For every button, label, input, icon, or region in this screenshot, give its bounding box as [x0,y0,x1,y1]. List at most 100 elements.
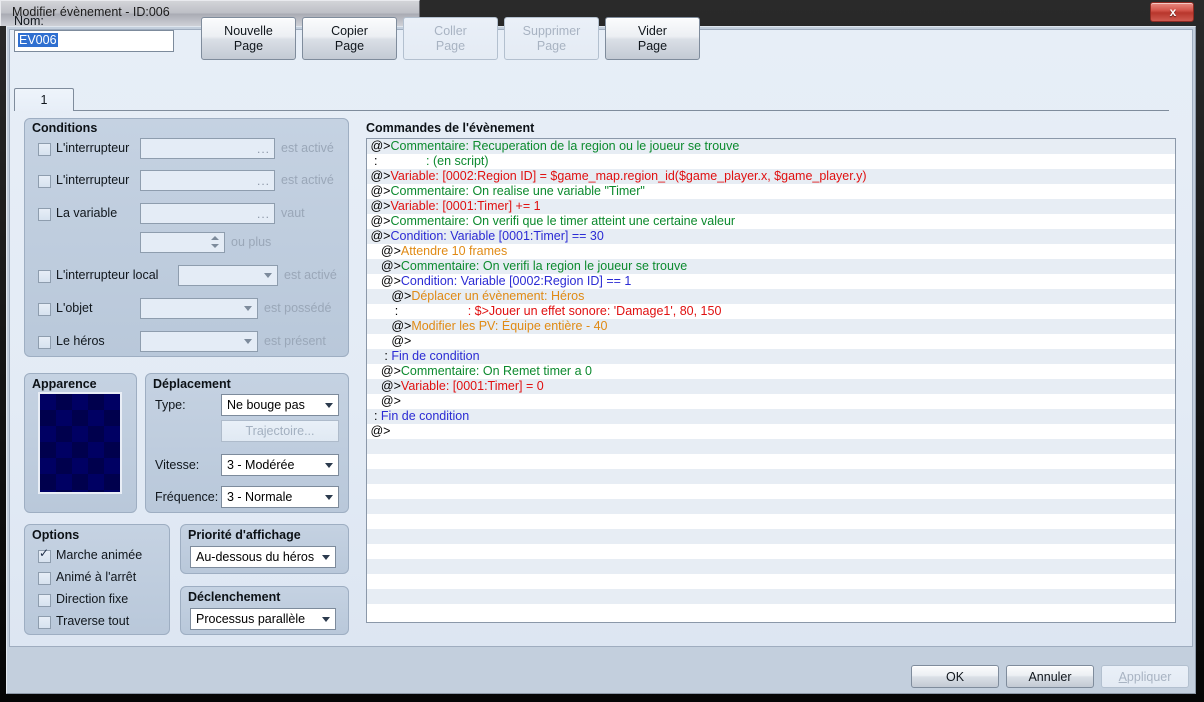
condition-input-1[interactable]: ... [140,138,275,159]
condition-input-2[interactable]: ... [140,170,275,191]
trigger-value: Processus parallèle [196,612,306,626]
movement-freq-label: Fréquence: [155,490,219,504]
option-checkbox-1[interactable] [38,547,51,563]
page-button-3-label: Coller Page [434,23,467,53]
option-checkbox-3[interactable] [38,594,51,607]
movement-type-label: Type: [155,398,186,412]
command-row[interactable]: @> [367,334,1175,349]
name-input[interactable]: EV006 [14,30,174,52]
command-row[interactable] [367,469,1175,484]
condition-checkbox-2[interactable] [38,175,51,188]
appearance-sprite-preview[interactable] [38,392,122,494]
command-row[interactable]: @>Attendre 10 frames [367,244,1175,259]
condition-select-7[interactable] [140,331,258,352]
command-row[interactable]: @> [367,424,1175,439]
command-row[interactable]: : Fin de condition [367,349,1175,364]
page-button-1[interactable]: Nouvelle Page [201,17,296,60]
option-checkbox-2[interactable] [38,572,51,585]
movement-type-select[interactable]: Ne bouge pas [221,394,339,416]
condition-label-2: L'interrupteur [56,173,130,187]
cancel-button[interactable]: Annuler [1006,665,1094,688]
command-marker: @> [370,199,391,213]
command-row[interactable] [367,529,1175,544]
condition-input-3[interactable]: ... [140,203,275,224]
command-marker: @> [370,229,391,243]
option-label-1: Marche animée [56,548,143,562]
tab-page-1[interactable]: 1 [14,88,74,111]
command-indent [367,319,391,333]
command-row[interactable] [367,604,1175,619]
condition-checkbox-1[interactable] [38,143,51,156]
command-row[interactable]: @>Commentaire: On verifi la region le jo… [367,259,1175,274]
trigger-select[interactable]: Processus parallèle [190,608,336,630]
command-indent [367,304,391,318]
browse-ellipsis-icon[interactable]: ... [257,142,270,156]
option-checkbox-4[interactable] [38,616,51,629]
command-row[interactable]: @>Variable: [0002:Region ID] = $game_map… [367,169,1175,184]
command-row[interactable] [367,499,1175,514]
command-row[interactable] [367,514,1175,529]
page-button-5-label: Vider Page [637,23,668,53]
command-marker: @> [380,259,401,273]
command-row[interactable]: @>Modifier les PV: Équipe entière - 40 [367,319,1175,334]
command-row[interactable] [367,574,1175,589]
command-indent [367,334,391,348]
command-row[interactable]: @>Commentaire: On verifi que le timer at… [367,214,1175,229]
close-button[interactable]: x [1150,2,1194,22]
condition-select-5[interactable] [178,265,278,286]
condition-select-6[interactable] [140,298,258,319]
condition-checkbox-6[interactable] [38,303,51,316]
appearance-title: Apparence [32,377,97,391]
command-row[interactable]: : : $>Jouer un effet sonore: 'Damage1', … [367,304,1175,319]
title-bar[interactable]: Modifier évènement - ID:006 x [0,0,1204,26]
movement-freq-select[interactable]: 3 - Normale [221,486,339,508]
option-label-2: Animé à l'arrêt [56,570,137,584]
condition-checkbox-7[interactable] [38,336,51,349]
ok-button[interactable]: OK [911,665,999,688]
movement-speed-select[interactable]: 3 - Modérée [221,454,339,476]
page-button-3[interactable]: Coller Page [403,17,498,60]
command-row[interactable]: @>Condition: Variable [0001:Timer] == 30 [367,229,1175,244]
command-list[interactable]: @>Commentaire: Recuperation de la region… [366,138,1176,623]
page-button-5[interactable]: Vider Page [605,17,700,60]
page-button-2-label: Copier Page [331,23,368,53]
movement-route-button[interactable]: Trajectoire... [221,420,339,442]
command-row[interactable] [367,559,1175,574]
command-row[interactable]: @>Variable: [0001:Timer] += 1 [367,199,1175,214]
command-row[interactable] [367,544,1175,559]
command-row[interactable]: : Fin de condition [367,409,1175,424]
tab-underline [73,110,1169,111]
condition-spinner[interactable] [140,232,225,253]
command-text: Modifier les PV: Équipe entière - 40 [411,319,608,333]
browse-ellipsis-icon[interactable]: ... [257,174,270,188]
page-button-4[interactable]: Supprimer Page [504,17,599,60]
command-text: Variable: [0001:Timer] = 0 [400,379,544,393]
command-row[interactable]: @> [367,394,1175,409]
command-row[interactable]: : : (en script) [367,154,1175,169]
command-row[interactable]: @>Commentaire: Recuperation de la region… [367,139,1175,154]
command-text: Déplacer un évènement: Héros [411,289,585,303]
condition-checkbox-5[interactable] [38,270,51,283]
browse-ellipsis-icon[interactable]: ... [257,207,270,221]
command-row[interactable] [367,439,1175,454]
option-label-4: Traverse tout [56,614,130,628]
cancel-label: Annuler [1028,669,1072,684]
command-marker: @> [380,274,401,288]
command-row[interactable] [367,589,1175,604]
option-label-3: Direction fixe [56,592,129,606]
page-button-2[interactable]: Copier Page [302,17,397,60]
command-row[interactable]: @>Condition: Variable [0002:Region ID] =… [367,274,1175,289]
command-row[interactable] [367,454,1175,469]
condition-checkbox-3[interactable] [38,208,51,221]
page-tab-strip: 1 [14,88,1169,111]
condition-suffix-4: ou plus [231,235,272,249]
command-row[interactable] [367,484,1175,499]
spinner-down-icon[interactable] [211,244,219,248]
spinner-up-icon[interactable] [211,236,219,240]
priority-select[interactable]: Au-dessous du héros [190,546,336,568]
command-row[interactable]: @>Variable: [0001:Timer] = 0 [367,379,1175,394]
command-row[interactable]: @>Commentaire: On Remet timer a 0 [367,364,1175,379]
command-row[interactable]: @>Déplacer un évènement: Héros [367,289,1175,304]
command-row[interactable]: @>Commentaire: On realise une variable "… [367,184,1175,199]
apply-button[interactable]: Appliquer [1101,665,1189,688]
